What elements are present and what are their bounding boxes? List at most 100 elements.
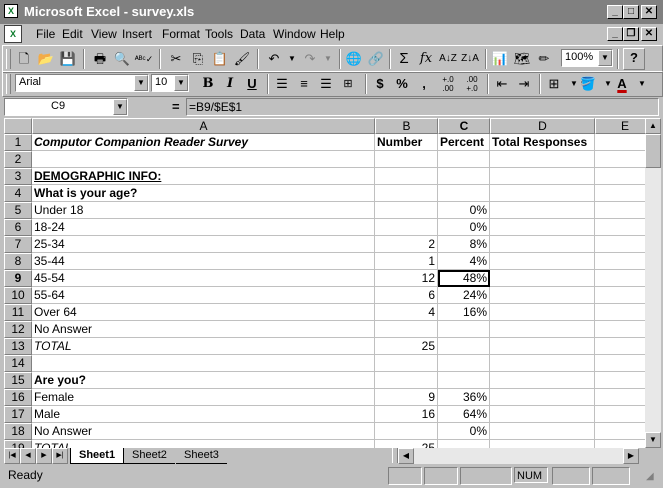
cell-e1[interactable] (595, 134, 645, 151)
doc-close-button[interactable]: ✕ (641, 27, 657, 41)
row-header[interactable]: 3 (4, 168, 32, 185)
cell-b11[interactable]: 4 (375, 304, 438, 321)
cell-d5[interactable] (490, 202, 595, 219)
column-header-d[interactable]: D (490, 118, 595, 134)
cell-b17[interactable]: 16 (375, 406, 438, 423)
cell-a10[interactable]: 55-64 (32, 287, 375, 304)
print-preview-icon[interactable]: 🔍 (111, 48, 133, 70)
cell-d15[interactable] (490, 372, 595, 389)
map-icon[interactable]: 🗺 (511, 48, 533, 70)
cell-c12[interactable] (438, 321, 490, 338)
cell-d2[interactable] (490, 151, 595, 168)
cut-icon[interactable]: ✂ (165, 48, 187, 70)
increase-indent-icon[interactable]: ⇥ (513, 73, 535, 95)
next-sheet-icon[interactable]: ▶ (36, 448, 52, 464)
align-center-icon[interactable]: ≡ (293, 73, 315, 95)
chevron-down-icon[interactable]: ▼ (113, 99, 127, 115)
cell-d16[interactable] (490, 389, 595, 406)
cell-d12[interactable] (490, 321, 595, 338)
menu-tools[interactable]: Tools (205, 27, 233, 41)
cell-b9[interactable]: 12 (375, 270, 438, 287)
cell-b12[interactable] (375, 321, 438, 338)
row-header[interactable]: 14 (4, 355, 32, 372)
web-toolbar-icon[interactable]: 🌐 (343, 48, 365, 70)
cell-a12[interactable]: No Answer (32, 321, 375, 338)
cell-d11[interactable] (490, 304, 595, 321)
format-painter-icon[interactable]: 🖌 (231, 48, 253, 70)
cell-b15[interactable] (375, 372, 438, 389)
row-header[interactable]: 5 (4, 202, 32, 219)
document-icon[interactable]: X (4, 25, 22, 43)
cell-a14[interactable] (32, 355, 375, 372)
cell-b5[interactable] (375, 202, 438, 219)
scroll-up-icon[interactable]: ▲ (645, 118, 661, 134)
row-header[interactable]: 9 (4, 270, 32, 287)
cell-c7[interactable]: 8% (438, 236, 490, 253)
cell-e6[interactable] (595, 219, 645, 236)
menu-help[interactable]: Help (320, 27, 345, 41)
row-header[interactable]: 13 (4, 338, 32, 355)
open-icon[interactable]: 📂 (35, 48, 57, 70)
cell-d9[interactable] (490, 270, 595, 287)
save-icon[interactable]: 💾 (57, 48, 79, 70)
cell-a18[interactable]: No Answer (32, 423, 375, 440)
row-header[interactable]: 11 (4, 304, 32, 321)
redo-dropdown-icon[interactable]: ▼ (317, 48, 339, 70)
cell-a6[interactable]: 18-24 (32, 219, 375, 236)
italic-button[interactable]: I (219, 73, 241, 95)
cell-d18[interactable] (490, 423, 595, 440)
sort-ascending-icon[interactable]: A↓Z (437, 48, 459, 70)
paste-icon[interactable]: 📋 (209, 48, 231, 70)
doc-minimize-button[interactable]: _ (607, 27, 623, 41)
cell-c9[interactable]: 48% (438, 270, 490, 287)
autosum-icon[interactable]: Σ (393, 48, 415, 70)
row-header[interactable]: 2 (4, 151, 32, 168)
font-name-select[interactable]: Arial ▼ (15, 74, 149, 92)
cell-b6[interactable] (375, 219, 438, 236)
doc-restore-button[interactable]: ❐ (623, 27, 639, 41)
row-header[interactable]: 18 (4, 423, 32, 440)
function-icon[interactable]: fx (415, 48, 437, 70)
cell-c10[interactable]: 24% (438, 287, 490, 304)
first-sheet-icon[interactable]: |◀ (4, 448, 20, 464)
cell-c2[interactable] (438, 151, 490, 168)
column-header-c[interactable]: C (438, 118, 490, 134)
decrease-indent-icon[interactable]: ⇤ (491, 73, 513, 95)
currency-button[interactable]: $ (369, 73, 391, 95)
chart-wizard-icon[interactable]: 📊 (489, 48, 511, 70)
cell-c11[interactable]: 16% (438, 304, 490, 321)
cell-c1[interactable]: Percent (438, 134, 490, 151)
scroll-right-icon[interactable]: ▶ (623, 448, 639, 464)
cell-e2[interactable] (595, 151, 645, 168)
cell-d4[interactable] (490, 185, 595, 202)
font-color-icon[interactable]: A (611, 73, 633, 95)
row-header[interactable]: 4 (4, 185, 32, 202)
align-right-icon[interactable]: ☰ (315, 73, 337, 95)
tab-sheet3[interactable]: Sheet3 (176, 448, 227, 464)
cell-e13[interactable] (595, 338, 645, 355)
cell-b14[interactable] (375, 355, 438, 372)
row-header[interactable]: 10 (4, 287, 32, 304)
row-header[interactable]: 19 (4, 440, 32, 448)
cell-c8[interactable]: 4% (438, 253, 490, 270)
cell-c15[interactable] (438, 372, 490, 389)
cell-b18[interactable] (375, 423, 438, 440)
cell-d1[interactable]: Total Responses (490, 134, 595, 151)
decrease-decimal-button[interactable]: .00 +.0 (461, 73, 483, 95)
cell-a8[interactable]: 35-44 (32, 253, 375, 270)
row-header[interactable]: 12 (4, 321, 32, 338)
close-button[interactable]: ✕ (641, 5, 657, 19)
horizontal-scroll-track[interactable] (414, 448, 623, 464)
bold-button[interactable]: B (197, 73, 219, 95)
prev-sheet-icon[interactable]: ◀ (20, 448, 36, 464)
cell-b10[interactable]: 6 (375, 287, 438, 304)
cell-a5[interactable]: Under 18 (32, 202, 375, 219)
cell-c4[interactable] (438, 185, 490, 202)
row-header[interactable]: 15 (4, 372, 32, 389)
cell-d17[interactable] (490, 406, 595, 423)
row-header[interactable]: 8 (4, 253, 32, 270)
cell-a3[interactable]: DEMOGRAPHIC INFO: (32, 168, 375, 185)
chevron-down-icon[interactable]: ▼ (598, 50, 612, 66)
cell-d10[interactable] (490, 287, 595, 304)
cell-e3[interactable] (595, 168, 645, 185)
